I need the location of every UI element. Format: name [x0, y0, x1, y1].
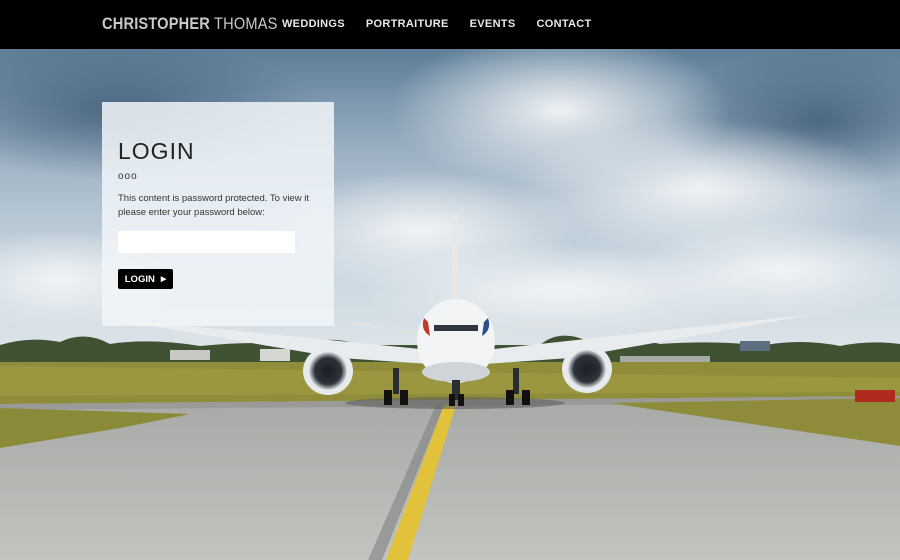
login-title: LOGIN [118, 138, 195, 164]
nav-events[interactable]: EVENTS [470, 18, 516, 30]
login-panel: LOGIN ooo This content is password prote… [102, 102, 334, 326]
decorative-dots: ooo [118, 171, 138, 182]
nav-contact[interactable]: CONTACT [536, 18, 591, 30]
password-input[interactable] [118, 231, 295, 253]
brand-first-name: CHRISTOPHER [102, 14, 211, 33]
top-navbar: CHRISTOPHER THOMAS WEDDINGS PORTRAITURE … [0, 0, 900, 49]
nav-weddings[interactable]: WEDDINGS [282, 18, 345, 30]
play-arrow-icon: ▶ [160, 276, 167, 283]
site-logo[interactable]: CHRISTOPHER THOMAS [102, 14, 278, 34]
hero-background-photo: LOGIN ooo This content is password prote… [0, 49, 900, 560]
main-nav: WEDDINGS PORTRAITURE EVENTS CONTACT [282, 18, 613, 30]
login-button-label: LOGIN [124, 273, 155, 285]
login-submit-button[interactable]: LOGIN ▶ [118, 269, 173, 289]
nav-portraiture[interactable]: PORTRAITURE [366, 18, 449, 30]
brand-last-name: THOMAS [214, 14, 278, 33]
login-description: This content is password protected. To v… [118, 193, 309, 218]
